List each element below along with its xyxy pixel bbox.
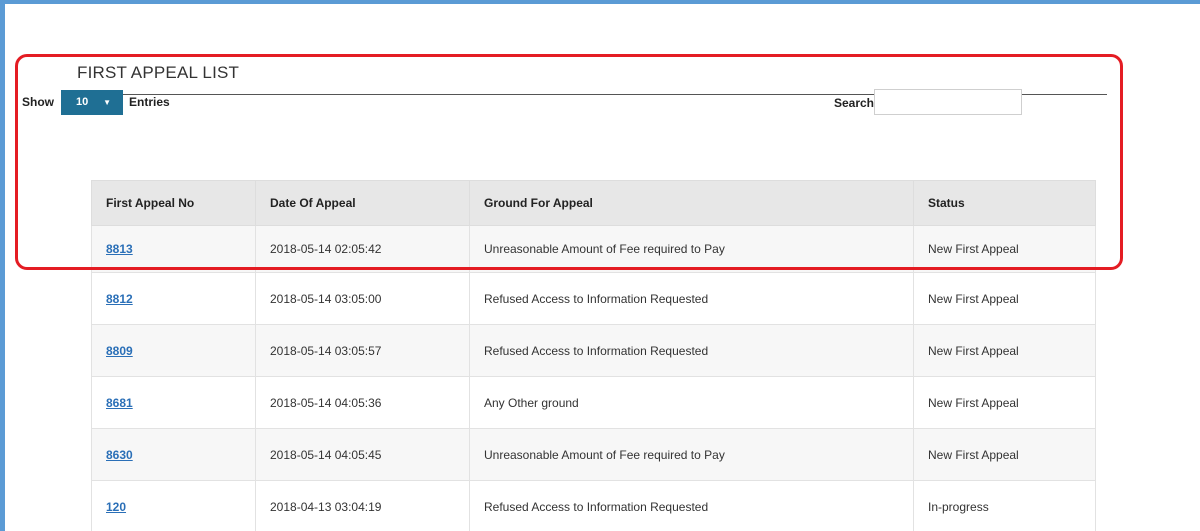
cell-ground: Unreasonable Amount of Fee required to P… xyxy=(469,225,914,273)
cell-date: 2018-04-13 03:04:19 xyxy=(255,480,470,531)
cell-appeal-no: 8681 xyxy=(91,376,256,429)
cell-ground: Refused Access to Information Requested xyxy=(469,272,914,325)
cell-date: 2018-05-14 03:05:57 xyxy=(255,324,470,377)
cell-date: 2018-05-14 04:05:45 xyxy=(255,428,470,481)
table-row: 8812 2018-05-14 03:05:00 Refused Access … xyxy=(91,272,1096,325)
cell-appeal-no: 8630 xyxy=(91,428,256,481)
cell-ground: Refused Access to Information Requested xyxy=(469,480,914,531)
column-header-date[interactable]: Date Of Appeal xyxy=(255,180,470,226)
table-row: 8813 2018-05-14 02:05:42 Unreasonable Am… xyxy=(91,225,1096,273)
table-controls: Show 10 ▼ Entries Search: xyxy=(22,89,1034,119)
entries-length-select[interactable]: 10 ▼ xyxy=(61,90,123,115)
browser-viewport: FIRST APPEAL LIST Show 10 ▼ Entries Sear… xyxy=(0,0,1200,531)
column-header-status[interactable]: Status xyxy=(913,180,1096,226)
cell-status: New First Appeal xyxy=(913,376,1096,429)
show-label: Show xyxy=(22,95,54,109)
cell-appeal-no: 8813 xyxy=(91,225,256,273)
cell-date: 2018-05-14 04:05:36 xyxy=(255,376,470,429)
appeal-link[interactable]: 8812 xyxy=(106,292,133,306)
cell-appeal-no: 120 xyxy=(91,480,256,531)
table-row: 8630 2018-05-14 04:05:45 Unreasonable Am… xyxy=(91,428,1096,481)
cell-date: 2018-05-14 03:05:00 xyxy=(255,272,470,325)
appeal-link[interactable]: 8813 xyxy=(106,242,133,256)
cell-date: 2018-05-14 02:05:42 xyxy=(255,225,470,273)
column-header-ground[interactable]: Ground For Appeal xyxy=(469,180,914,226)
table-row: 120 2018-04-13 03:04:19 Refused Access t… xyxy=(91,480,1096,531)
appeal-link[interactable]: 8630 xyxy=(106,448,133,462)
table-row: 8809 2018-05-14 03:05:57 Refused Access … xyxy=(91,324,1096,377)
first-appeal-table: First Appeal No Date Of Appeal Ground Fo… xyxy=(91,180,1096,531)
table-row: 8681 2018-05-14 04:05:36 Any Other groun… xyxy=(91,376,1096,429)
cell-ground: Refused Access to Information Requested xyxy=(469,324,914,377)
appeal-link[interactable]: 8681 xyxy=(106,396,133,410)
cell-status: New First Appeal xyxy=(913,324,1096,377)
appeal-link[interactable]: 120 xyxy=(106,500,126,514)
cell-status: New First Appeal xyxy=(913,272,1096,325)
cell-status: New First Appeal xyxy=(913,225,1096,273)
table-header-row: First Appeal No Date Of Appeal Ground Fo… xyxy=(91,180,1096,226)
entries-label: Entries xyxy=(129,95,170,109)
entries-length-value: 10 xyxy=(76,96,89,108)
cell-ground: Unreasonable Amount of Fee required to P… xyxy=(469,428,914,481)
page-title: FIRST APPEAL LIST xyxy=(77,63,240,82)
search-label: Search: xyxy=(833,96,878,110)
cell-status: In-progress xyxy=(913,480,1096,531)
appeal-link[interactable]: 8809 xyxy=(106,344,133,358)
cell-appeal-no: 8809 xyxy=(91,324,256,377)
column-header-appeal-no[interactable]: First Appeal No xyxy=(91,180,256,226)
cell-appeal-no: 8812 xyxy=(91,272,256,325)
search-input[interactable] xyxy=(874,89,1022,115)
caret-down-icon: ▼ xyxy=(103,98,111,107)
cell-ground: Any Other ground xyxy=(469,376,914,429)
cell-status: New First Appeal xyxy=(913,428,1096,481)
